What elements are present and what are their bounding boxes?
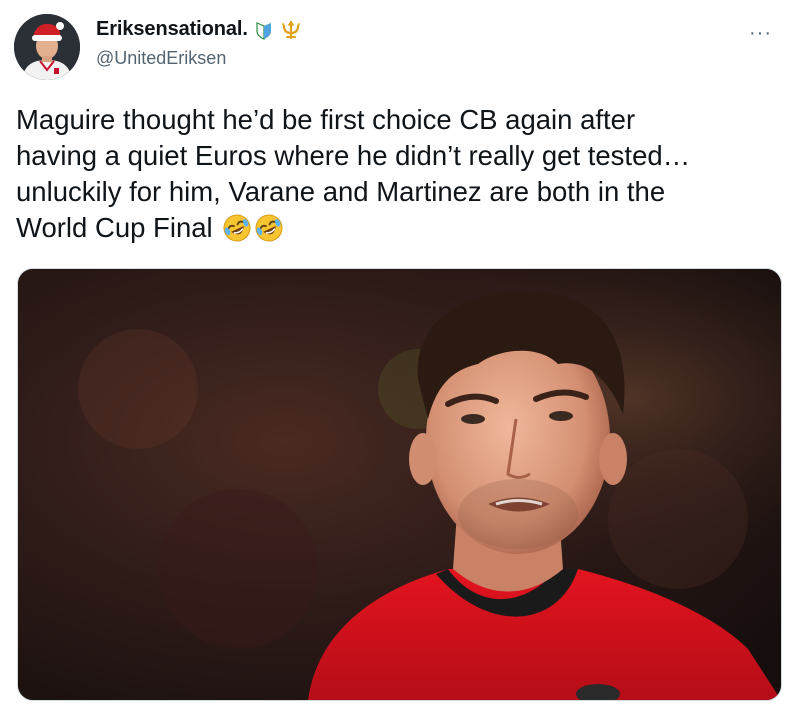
author-handle[interactable]: @UnitedEriksen [96, 48, 226, 69]
profile-avatar-icon [14, 14, 80, 80]
rolling-on-floor-laughing-icon [254, 213, 284, 243]
rolling-on-floor-laughing-icon [222, 213, 252, 243]
trident-icon [280, 20, 300, 40]
avatar[interactable] [14, 14, 80, 80]
tweet-body: Maguire thought he’d be first choice CB … [16, 104, 691, 243]
author-display-name[interactable]: Eriksensational. [96, 18, 248, 41]
shield-icon [254, 20, 274, 40]
more-options-icon[interactable]: ··· [749, 22, 772, 45]
tweet-text: Maguire thought he’d be first choice CB … [16, 102, 786, 246]
player-photo-icon [18, 269, 781, 700]
author-name-row: Eriksensational. [96, 18, 300, 41]
tweet-media-photo[interactable] [17, 268, 782, 701]
